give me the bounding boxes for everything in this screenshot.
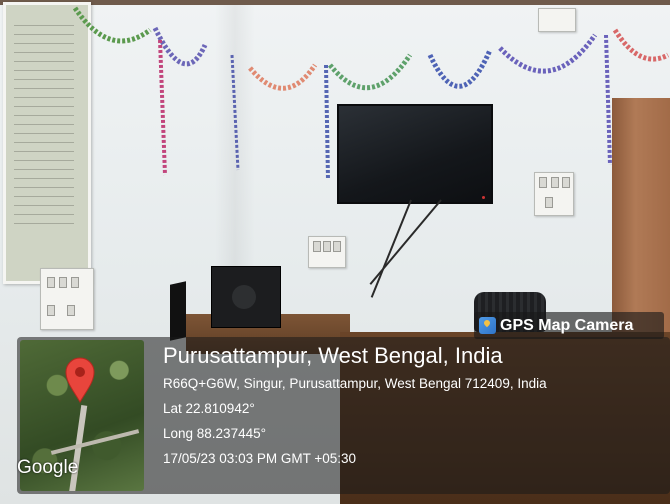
switchboard-left	[40, 268, 94, 330]
latitude: Lat 22.810942°	[163, 401, 255, 416]
monitor	[170, 281, 186, 341]
address-line: R66Q+G6W, Singur, Purusattampur, West Be…	[163, 376, 547, 391]
app-badge: GPS Map Camera	[474, 312, 664, 339]
map-pin-icon	[65, 357, 95, 403]
gps-map-camera-icon	[479, 317, 496, 334]
map-attribution: Google	[17, 457, 79, 478]
datetime: 17/05/23 03:03 PM GMT +05:30	[163, 451, 357, 466]
switchboard-right	[534, 172, 574, 216]
switchboard-top-right	[538, 8, 576, 32]
location-title: Purusattampur, West Bengal, India	[163, 343, 503, 368]
wall-tv	[337, 104, 493, 204]
longitude: Long 88.237445°	[163, 426, 266, 441]
speaker	[211, 266, 281, 328]
app-name: GPS Map Camera	[500, 316, 634, 334]
switchboard-center	[308, 236, 346, 268]
